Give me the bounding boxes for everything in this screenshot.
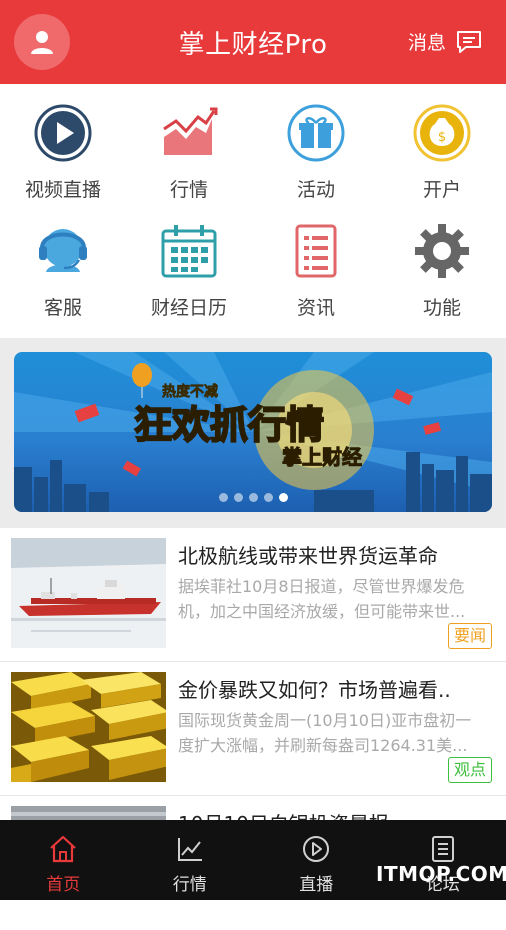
grid-label: 行情 [170, 175, 208, 202]
grid-item-calendar[interactable]: 财经日历 [126, 202, 252, 320]
grid-item-market[interactable]: 行情 [126, 84, 252, 202]
grid-label: 功能 [423, 293, 461, 320]
pagination-dot[interactable] [249, 493, 258, 502]
nav-label: 直播 [299, 870, 333, 895]
banner-pagination [14, 493, 492, 502]
nav-forum[interactable]: 论坛 [380, 820, 506, 900]
news-list-icon [285, 220, 347, 281]
banner-art: 热度不减 狂欢抓行情 掌上财经 [14, 352, 492, 512]
customer-service-icon [32, 220, 94, 281]
document-icon [428, 834, 458, 864]
play-circle-icon [301, 834, 331, 864]
app-header: 掌上财经Pro 消息 [0, 0, 506, 84]
news-tag: 观点 [448, 757, 492, 783]
grid-item-customer-service[interactable]: 客服 [0, 202, 126, 320]
feature-grid: 视频直播 行情 活动 [0, 84, 506, 338]
news-title: 金价暴跌又如何？市场普遍看.. [178, 674, 496, 703]
banner-main-text: 狂欢抓行情 [134, 403, 324, 447]
video-live-icon [32, 102, 94, 163]
news-title: 北极航线或带来世界货运革命 [178, 540, 496, 569]
grid-item-activity[interactable]: 活动 [253, 84, 379, 202]
news-thumbnail-ship [11, 538, 166, 648]
gear-icon [411, 220, 473, 281]
banner-section: 热度不减 狂欢抓行情 掌上财经 [0, 338, 506, 528]
nav-label: 行情 [173, 870, 207, 895]
market-chart-icon [158, 102, 220, 163]
grid-label: 活动 [297, 175, 335, 202]
banner-brand-text: 掌上财经 [282, 445, 362, 469]
grid-label: 开户 [423, 175, 461, 202]
grid-label: 视频直播 [25, 175, 101, 202]
nav-live[interactable]: 直播 [253, 820, 380, 900]
calendar-icon [158, 220, 220, 281]
message-button[interactable]: 消息 [408, 28, 482, 55]
svg-text:$: $ [438, 130, 446, 145]
grid-label: 客服 [44, 293, 82, 320]
nav-market[interactable]: 行情 [127, 820, 254, 900]
grid-label: 财经日历 [151, 293, 227, 320]
chat-icon [456, 30, 482, 54]
pagination-dot[interactable] [234, 493, 243, 502]
line-chart-icon [175, 834, 205, 864]
nav-home[interactable]: 首页 [0, 820, 127, 900]
grid-item-news[interactable]: 资讯 [253, 202, 379, 320]
bottom-nav: 首页 行情 直播 论坛 [0, 820, 506, 900]
message-label: 消息 [408, 28, 446, 55]
news-item[interactable]: 金价暴跌又如何？市场普遍看.. 国际现货黄金周一(10月10日)亚市盘初一度扩大… [0, 662, 506, 796]
grid-label: 资讯 [297, 293, 335, 320]
pagination-dot-active[interactable] [279, 493, 288, 502]
gift-icon [285, 102, 347, 163]
news-summary: 据埃菲社10月8日报道，尽管世界爆发危机，加之中国经济放缓，但可能带来世... [178, 574, 484, 624]
news-thumbnail-gold [11, 672, 166, 782]
news-item[interactable]: 北极航线或带来世界货运革命 据埃菲社10月8日报道，尽管世界爆发危机，加之中国经… [0, 528, 506, 662]
watermark: ITMOP.COM [376, 862, 506, 886]
home-icon [48, 834, 78, 864]
grid-item-video-live[interactable]: 视频直播 [0, 84, 126, 202]
pagination-dot[interactable] [264, 493, 273, 502]
news-tag: 要闻 [448, 623, 492, 649]
banner-small-text: 热度不减 [162, 383, 218, 400]
news-summary: 国际现货黄金周一(10月10日)亚市盘初一度扩大涨幅，并刷新每盎司1264.31… [178, 708, 484, 758]
promo-banner[interactable]: 热度不减 狂欢抓行情 掌上财经 [14, 352, 492, 512]
money-bag-icon: $ [411, 102, 473, 163]
grid-item-open-account[interactable]: $ 开户 [379, 84, 505, 202]
nav-label: 首页 [46, 870, 80, 895]
pagination-dot[interactable] [219, 493, 228, 502]
grid-item-functions[interactable]: 功能 [379, 202, 505, 320]
